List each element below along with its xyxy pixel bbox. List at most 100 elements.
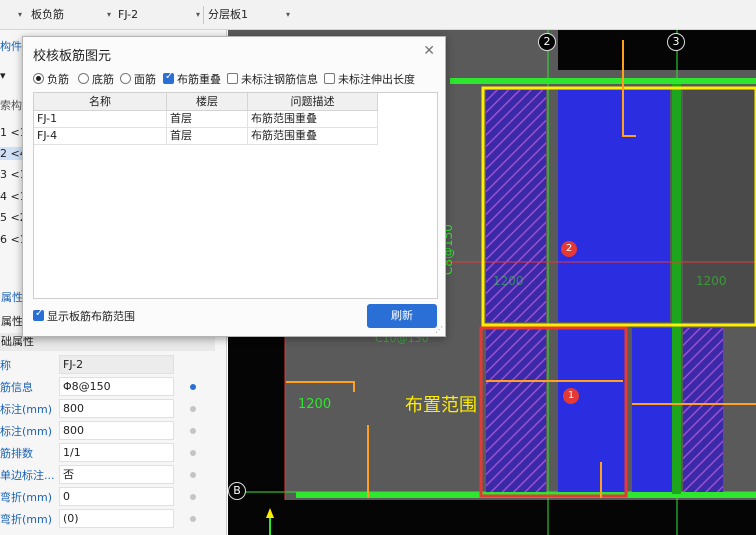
property-flag-dot [190, 494, 196, 500]
y-axis-arrow [266, 508, 274, 518]
property-value[interactable]: 800 [59, 399, 174, 418]
table-cell[interactable]: 首层 [167, 111, 248, 128]
column-header-description[interactable]: 问题描述 [248, 93, 378, 111]
toolbar-combo-prefix[interactable]: ▾ [0, 6, 22, 24]
chevron-down-icon: ▾ [195, 10, 200, 19]
dimension-text: 1200 [298, 397, 332, 412]
property-value[interactable]: Φ8@150 [59, 377, 174, 396]
property-value[interactable]: (0) [59, 509, 174, 528]
dimension-text: 1200 [493, 274, 524, 288]
rebar-zone-hatched [486, 328, 546, 492]
issue-table: 名称 楼层 问题描述 FJ-1 首层 布筋范围重叠 FJ-4 首层 布筋范围重叠 [33, 92, 438, 299]
property-key: 标注(mm) [0, 425, 53, 438]
property-row: 筋信息 Φ8@150 [0, 376, 215, 398]
option-bottom-rebar[interactable]: 底筋 [78, 71, 126, 87]
chevron-down-icon: ▾ [285, 10, 290, 19]
resize-grip-icon[interactable]: ⋰ [435, 325, 443, 334]
property-flag-dot [190, 472, 196, 478]
property-value[interactable]: FJ-2 [59, 355, 174, 374]
list-item-selected[interactable]: 2 <4 [0, 147, 27, 160]
property-row: 弯折(mm) (0) [0, 508, 215, 530]
show-rebar-range-toggle[interactable]: 显示板筋布筋范围 [33, 308, 173, 324]
filter-dropdown[interactable]: ▾ [0, 69, 6, 82]
layer-combo[interactable]: 分层板1 ▾ [208, 6, 290, 24]
option-negative-rebar[interactable]: 负筋 [33, 71, 81, 87]
table-cell[interactable]: 布筋范围重叠 [248, 111, 378, 128]
property-row: 单边标注... 否 [0, 464, 215, 486]
checkbox-icon [324, 73, 335, 84]
column-header-floor[interactable]: 楼层 [167, 93, 248, 111]
check-slab-rebar-dialog: 校核板筋图元 ✕ 负筋 底筋 面筋 布筋重叠 未标注钢筋信息 未标注伸出长度 名… [22, 36, 446, 337]
chevron-down-icon: ▾ [106, 10, 111, 19]
table-cell[interactable]: 布筋范围重叠 [248, 128, 378, 145]
column-header-name[interactable]: 名称 [34, 93, 167, 111]
radio-icon [78, 73, 89, 84]
placement-range-label: 布置范围 [405, 395, 477, 416]
show-rebar-range-label: 显示板筋布筋范围 [47, 310, 135, 323]
property-flag-dot [190, 384, 196, 390]
property-key: 弯折(mm) [0, 513, 53, 526]
rebar-zone-hatched [683, 328, 723, 492]
component-name-combo[interactable]: FJ-2 ▾ [118, 6, 200, 24]
axis-bubble-2: 2 [538, 33, 556, 51]
option-label: 布筋重叠 [177, 73, 221, 86]
layer-value: 分层板1 [208, 8, 248, 21]
property-row: 称 FJ-2 [0, 354, 215, 376]
property-flag-dot [190, 516, 196, 522]
property-key: 称 [0, 359, 11, 372]
radio-icon [33, 73, 44, 84]
check-unlabeled-extension[interactable]: 未标注伸出长度 [324, 71, 419, 87]
component-type-combo[interactable]: 板负筋 ▾ [31, 6, 111, 24]
chevron-down-icon: ▾ [17, 10, 22, 19]
option-label: 未标注伸出长度 [338, 73, 415, 86]
axis-bubble-3: 3 [667, 33, 685, 51]
property-value[interactable]: 0 [59, 487, 174, 506]
top-toolbar: ▾ 板负筋 ▾ FJ-2 ▾ 分层板1 ▾ [0, 0, 756, 30]
toolbar-divider [203, 6, 204, 24]
checkbox-icon [163, 71, 174, 84]
property-flag-dot [190, 450, 196, 456]
component-name-value: FJ-2 [118, 8, 139, 21]
component-type-value: 板负筋 [31, 8, 64, 21]
option-label: 底筋 [92, 73, 114, 86]
property-value[interactable]: 1/1 [59, 443, 174, 462]
option-label: 负筋 [47, 73, 69, 86]
property-value[interactable]: 否 [59, 465, 174, 484]
close-icon[interactable]: ✕ [423, 43, 435, 59]
option-top-rebar[interactable]: 面筋 [120, 71, 164, 87]
property-key: 筋排数 [0, 447, 33, 460]
property-key: 弯折(mm) [0, 491, 53, 504]
component-list-tab[interactable]: 构件 [0, 38, 22, 54]
property-flag-dot [190, 428, 196, 434]
rebar-zone-blue [558, 328, 626, 492]
checkbox-icon [227, 73, 238, 84]
check-unlabeled-rebar-info[interactable]: 未标注钢筋信息 [227, 71, 322, 87]
chevron-down-icon: ▾ [0, 69, 6, 82]
property-row: 弯折(mm) 0 [0, 486, 215, 508]
property-flag-dot [190, 406, 196, 412]
marker-badge-1[interactable]: 1 [563, 388, 579, 404]
check-rebar-overlap[interactable]: 布筋重叠 [163, 71, 225, 87]
property-value[interactable]: 800 [59, 421, 174, 440]
rebar-zone-blue [558, 90, 670, 322]
refresh-button[interactable]: 刷新 [367, 304, 437, 328]
table-cell[interactable]: FJ-4 [34, 128, 167, 145]
property-key: 单边标注... [0, 469, 55, 482]
option-label: 未标注钢筋信息 [241, 73, 318, 86]
property-row: 标注(mm) 800 [0, 398, 215, 420]
marker-badge-2[interactable]: 2 [561, 241, 577, 257]
beam-top [450, 78, 756, 84]
dialog-title: 校核板筋图元 [33, 49, 112, 64]
property-key: 筋信息 [0, 381, 33, 394]
property-key: 标注(mm) [0, 403, 53, 416]
search-component-label: 索构 [0, 99, 22, 112]
property-row: 标注(mm) 800 [0, 420, 215, 442]
radio-icon [120, 73, 131, 84]
option-label: 面筋 [134, 73, 156, 86]
dimension-text: 1200 [696, 274, 727, 288]
property-row: 筋排数 1/1 [0, 442, 215, 464]
checkbox-icon [33, 308, 44, 321]
table-cell[interactable]: FJ-1 [34, 111, 167, 128]
rebar-zone-blue [632, 328, 672, 492]
table-cell[interactable]: 首层 [167, 128, 248, 145]
